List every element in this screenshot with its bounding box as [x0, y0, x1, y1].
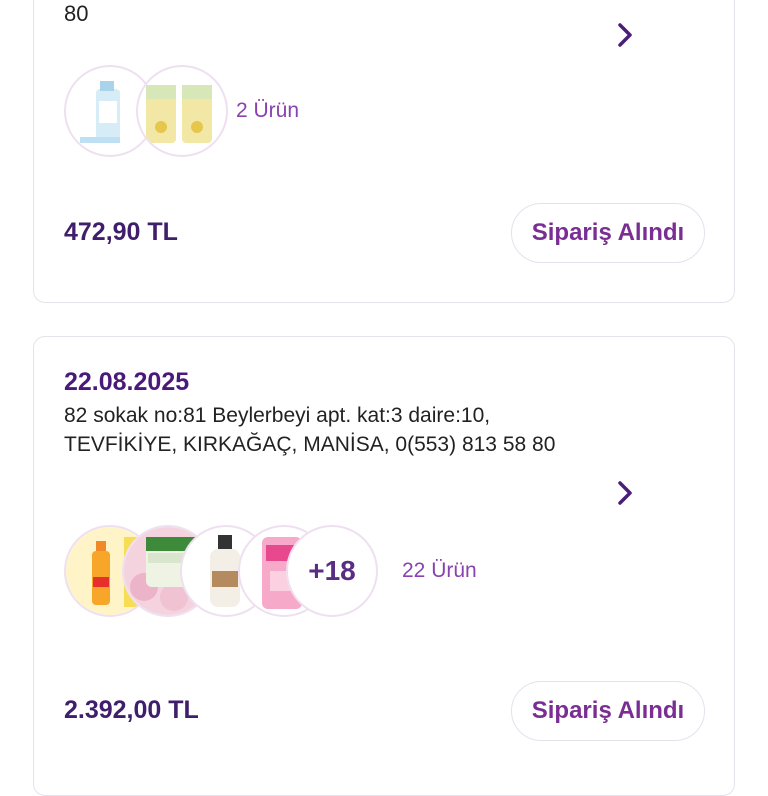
- more-products-badge: +18: [286, 525, 378, 617]
- order-price: 472,90 TL: [64, 218, 178, 246]
- item-count: 2 Ürün: [236, 99, 300, 122]
- product-thumbnail: [136, 65, 228, 157]
- order-address: 82 sokak no:81 Beylerbeyi apt. kat:3 dai…: [64, 404, 556, 456]
- order-price: 2.392,00 TL: [64, 696, 199, 724]
- order-card[interactable]: 22.08.2025 82 sokak no:81 Beylerbeyi apt…: [33, 336, 735, 796]
- order-date: 22.08.2025: [64, 368, 190, 396]
- order-address: 80: [64, 1, 89, 26]
- chevron-right-icon[interactable]: [614, 21, 636, 49]
- product-thumbnails: [64, 65, 244, 157]
- item-count: 22 Ürün: [402, 559, 477, 582]
- order-card[interactable]: 80 2 Ürün 472,90 TL Sipariş Alındı: [33, 0, 735, 303]
- order-status-button[interactable]: Sipariş Alındı: [511, 681, 705, 741]
- chevron-right-icon[interactable]: [614, 479, 636, 507]
- product-thumbnails: +18: [64, 525, 384, 617]
- cream-tube-icon: [146, 85, 212, 143]
- order-status-button[interactable]: Sipariş Alındı: [511, 203, 705, 263]
